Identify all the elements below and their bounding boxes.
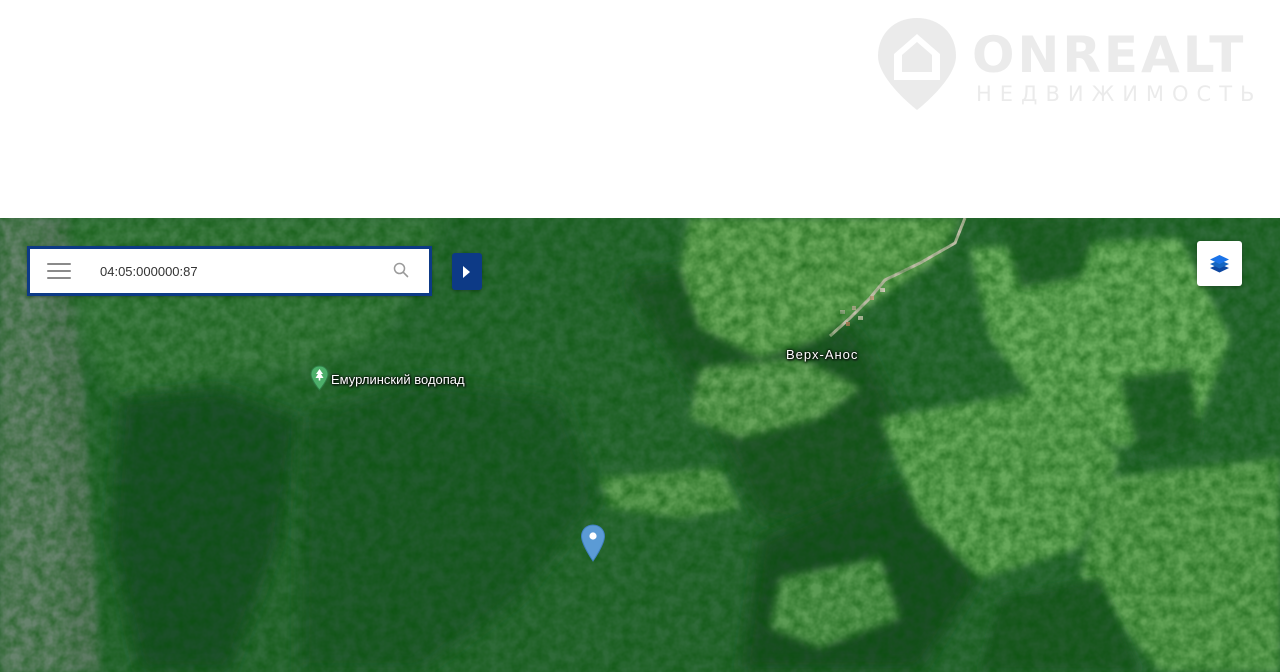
poi-label-waterfall[interactable]: Емурлинский водопад (331, 372, 465, 387)
watermark-subtitle: НЕДВИЖИМОСТЬ (976, 82, 1263, 106)
house-pin-icon (878, 18, 956, 110)
location-pin-icon[interactable] (580, 524, 606, 562)
map-layers-button[interactable] (1197, 241, 1242, 286)
layers-icon (1210, 255, 1229, 273)
onrealt-watermark: ONREALT НЕДВИЖИМОСТЬ (872, 14, 1254, 114)
cadastral-number-input[interactable] (96, 259, 384, 283)
watermark-brand: ONREALT (972, 26, 1247, 84)
caret-right-icon (463, 266, 470, 278)
magnifier-icon[interactable] (393, 262, 409, 278)
park-tree-icon[interactable] (310, 365, 329, 391)
village-label: Верх-Анос (786, 347, 859, 362)
cadastral-search-box (27, 246, 432, 296)
satellite-map[interactable]: Емурлинский водопад Верх-Анос (0, 218, 1280, 672)
expand-panel-button[interactable] (452, 253, 482, 290)
hamburger-menu-icon[interactable] (47, 263, 71, 281)
